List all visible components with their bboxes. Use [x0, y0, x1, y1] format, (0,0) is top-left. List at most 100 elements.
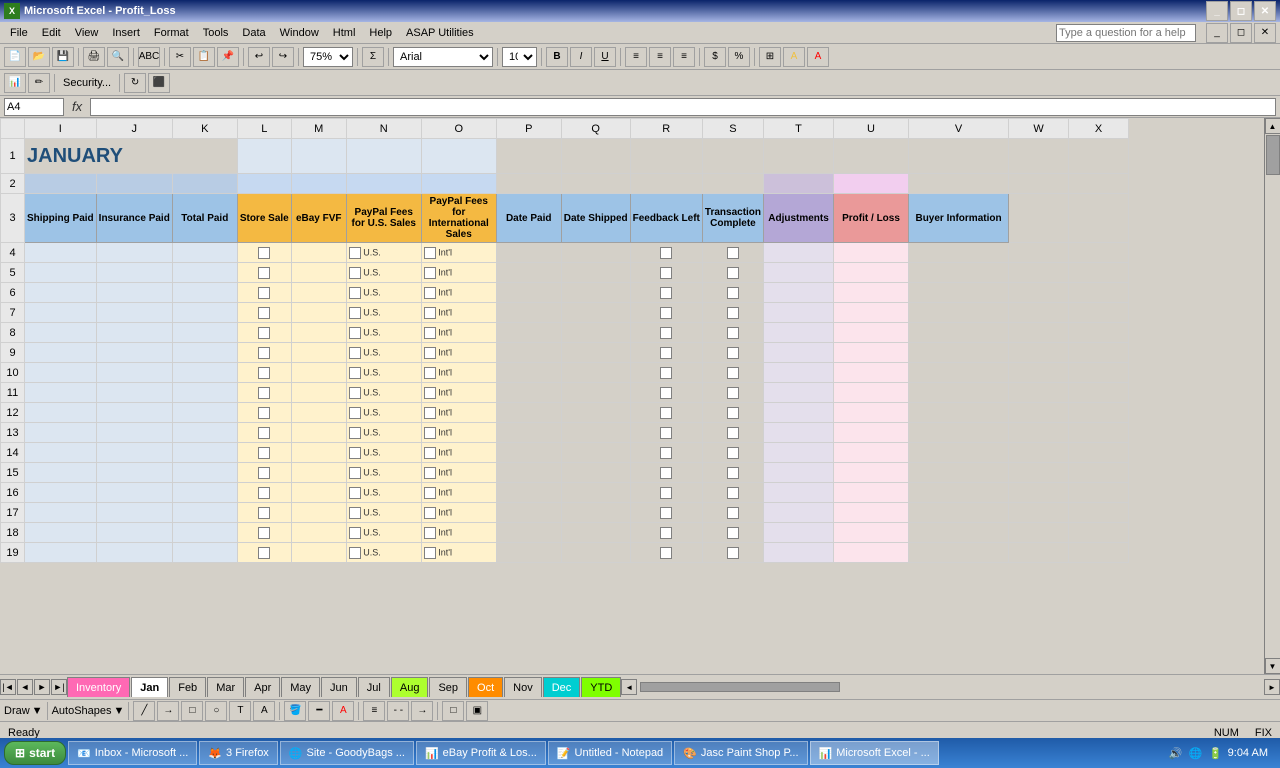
- checkbox[interactable]: [727, 447, 739, 459]
- redo-button[interactable]: ↪: [272, 47, 294, 67]
- col-header-i[interactable]: I: [25, 119, 97, 139]
- checkbox[interactable]: [727, 427, 739, 439]
- taskbar-item-jasc[interactable]: 🎨 Jasc Paint Shop P...: [674, 741, 807, 765]
- checkbox[interactable]: [660, 287, 672, 299]
- zoom-select[interactable]: 75%: [303, 47, 353, 67]
- checkbox[interactable]: [258, 367, 270, 379]
- menu-html[interactable]: Html: [327, 25, 362, 41]
- new-button[interactable]: 📄: [4, 47, 26, 67]
- underline-button[interactable]: U: [594, 47, 616, 67]
- checkbox[interactable]: [258, 467, 270, 479]
- help-search[interactable]: [1056, 24, 1196, 42]
- line-style-tool[interactable]: ≡: [363, 701, 385, 721]
- checkbox[interactable]: [424, 367, 436, 379]
- checkbox[interactable]: [258, 527, 270, 539]
- tab-aug[interactable]: Aug: [391, 677, 429, 697]
- sheet-scroll[interactable]: I J K L M N O P Q R S T U V W: [0, 118, 1264, 674]
- checkbox[interactable]: [349, 507, 361, 519]
- line-tool[interactable]: ╱: [133, 701, 155, 721]
- col-header-w[interactable]: W: [1009, 119, 1069, 139]
- checkbox[interactable]: [660, 427, 672, 439]
- drawing-toggle[interactable]: ✏: [28, 73, 50, 93]
- checkbox[interactable]: [424, 287, 436, 299]
- checkbox[interactable]: [349, 547, 361, 559]
- checkbox[interactable]: [727, 507, 739, 519]
- tab-mar[interactable]: Mar: [207, 677, 244, 697]
- tab-jul[interactable]: Jul: [358, 677, 390, 697]
- tab-jan[interactable]: Jan: [131, 677, 168, 697]
- app-restore[interactable]: ◻: [1230, 23, 1252, 43]
- border-button[interactable]: ⊞: [759, 47, 781, 67]
- restore-button[interactable]: ◻: [1230, 1, 1252, 21]
- draw-dropdown-icon[interactable]: ▼: [32, 705, 43, 717]
- checkbox[interactable]: [424, 447, 436, 459]
- menu-file[interactable]: File: [4, 25, 34, 41]
- align-left[interactable]: ≡: [625, 47, 647, 67]
- spell-button[interactable]: ABC: [138, 47, 160, 67]
- col-header-p[interactable]: P: [496, 119, 561, 139]
- checkbox[interactable]: [258, 307, 270, 319]
- stop-button[interactable]: ⬛: [148, 73, 170, 93]
- tab-sep[interactable]: Sep: [429, 677, 467, 697]
- checkbox[interactable]: [660, 367, 672, 379]
- checkbox[interactable]: [660, 447, 672, 459]
- close-button[interactable]: ✕: [1254, 1, 1276, 21]
- menu-window[interactable]: Window: [274, 25, 325, 41]
- taskbar-item-site[interactable]: 🌐 Site - GoodyBags ...: [280, 741, 414, 765]
- checkbox[interactable]: [258, 267, 270, 279]
- col-header-j[interactable]: J: [96, 119, 172, 139]
- menu-insert[interactable]: Insert: [106, 25, 146, 41]
- dash-style-tool[interactable]: - -: [387, 701, 409, 721]
- col-header-q[interactable]: Q: [561, 119, 630, 139]
- preview-button[interactable]: 🔍: [107, 47, 129, 67]
- checkbox[interactable]: [424, 467, 436, 479]
- checkbox[interactable]: [258, 327, 270, 339]
- line-color-tool[interactable]: ━: [308, 701, 330, 721]
- checkbox[interactable]: [727, 347, 739, 359]
- taskbar-item-ebay[interactable]: 📊 eBay Profit & Los...: [416, 741, 546, 765]
- tab-first-button[interactable]: |◄: [0, 679, 16, 695]
- checkbox[interactable]: [349, 347, 361, 359]
- open-button[interactable]: 📂: [28, 47, 50, 67]
- checkbox[interactable]: [424, 347, 436, 359]
- font-color[interactable]: A: [807, 47, 829, 67]
- scroll-left-button[interactable]: ◄: [621, 679, 637, 695]
- start-button[interactable]: ⊞ start: [4, 741, 66, 765]
- checkbox[interactable]: [258, 387, 270, 399]
- font-select[interactable]: Arial: [393, 47, 493, 67]
- app-close[interactable]: ✕: [1254, 23, 1276, 43]
- col-header-x[interactable]: X: [1069, 119, 1129, 139]
- checkbox[interactable]: [258, 247, 270, 259]
- cell-reference[interactable]: A4: [4, 98, 64, 116]
- tab-apr[interactable]: Apr: [245, 677, 280, 697]
- autoshapes-dropdown-icon[interactable]: ▼: [114, 705, 125, 717]
- menu-edit[interactable]: Edit: [36, 25, 67, 41]
- checkbox[interactable]: [349, 447, 361, 459]
- tab-prev-button[interactable]: ◄: [17, 679, 33, 695]
- scroll-up-button[interactable]: ▲: [1265, 118, 1280, 134]
- checkbox[interactable]: [349, 387, 361, 399]
- tab-inventory[interactable]: Inventory: [67, 677, 130, 697]
- checkbox[interactable]: [660, 387, 672, 399]
- tab-nov[interactable]: Nov: [504, 677, 542, 697]
- checkbox[interactable]: [349, 327, 361, 339]
- checkbox[interactable]: [727, 247, 739, 259]
- checkbox[interactable]: [424, 527, 436, 539]
- menu-tools[interactable]: Tools: [197, 25, 235, 41]
- col-header-r[interactable]: R: [630, 119, 702, 139]
- oval-tool[interactable]: ○: [205, 701, 227, 721]
- checkbox[interactable]: [349, 467, 361, 479]
- checkbox[interactable]: [424, 267, 436, 279]
- menu-data[interactable]: Data: [236, 25, 271, 41]
- checkbox[interactable]: [349, 407, 361, 419]
- tab-oct[interactable]: Oct: [468, 677, 503, 697]
- chart-wizard[interactable]: 📊: [4, 73, 26, 93]
- checkbox[interactable]: [349, 267, 361, 279]
- align-right[interactable]: ≡: [673, 47, 695, 67]
- checkbox[interactable]: [727, 387, 739, 399]
- tab-next-button[interactable]: ►: [34, 679, 50, 695]
- checkbox[interactable]: [424, 487, 436, 499]
- bold-button[interactable]: B: [546, 47, 568, 67]
- checkbox[interactable]: [727, 307, 739, 319]
- minimize-button[interactable]: _: [1206, 1, 1228, 21]
